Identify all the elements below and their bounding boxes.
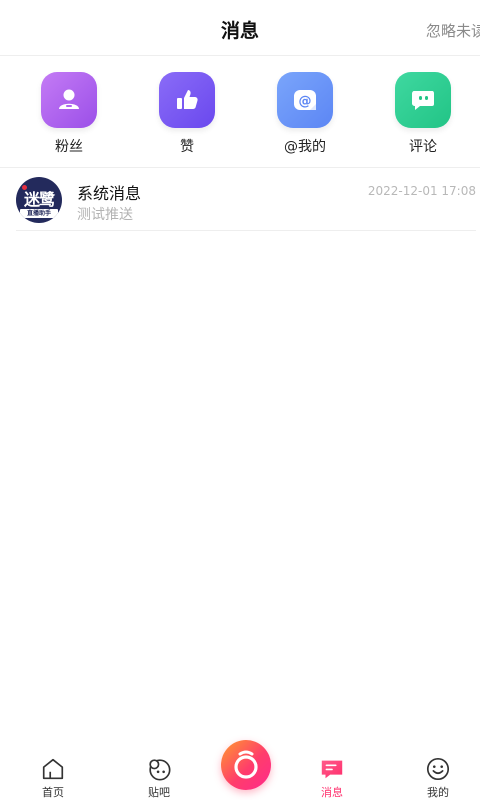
shortcut-likes[interactable]: 赞 (137, 72, 237, 168)
nav-messages-label: 消息 (321, 786, 343, 799)
page-title: 消息 (220, 20, 259, 42)
nav-profile-label: 我的 (427, 786, 449, 799)
at-mention-icon: @ (277, 72, 333, 128)
comment-icon (395, 72, 451, 128)
message-preview: 测试推送 (77, 207, 133, 223)
top-bar: 消息 忽略未读 (0, 0, 480, 56)
message-icon (321, 760, 343, 779)
nav-forum[interactable]: 贴吧 (119, 744, 199, 800)
message-category-shortcuts: 粉丝 赞 @ @我的 评论 (0, 72, 480, 168)
avatar: 迷鹭 直播助手 (16, 177, 62, 223)
forum-icon (149, 759, 171, 781)
nav-profile[interactable]: 我的 (398, 744, 478, 800)
list-item-system-message[interactable]: 迷鹭 直播助手 系统消息 测试推送 2022-12-01 17:08 (16, 171, 476, 231)
message-timestamp: 2022-12-01 17:08 (367, 184, 476, 198)
status-bar-fragment (394, 0, 454, 2)
shortcut-comments-label: 评论 (409, 139, 437, 155)
live-camera-button[interactable] (221, 740, 271, 790)
shortcut-mentions[interactable]: @ @我的 (255, 72, 355, 168)
avatar-logo-subtext: 直播助手 (20, 209, 58, 218)
ignore-unread-button[interactable]: 忽略未读 (426, 20, 480, 41)
nav-home-label: 首页 (42, 786, 64, 799)
shortcut-fans[interactable]: 粉丝 (19, 72, 119, 168)
shortcut-comments[interactable]: 评论 (373, 72, 473, 168)
shortcut-mentions-label: @我的 (284, 139, 326, 155)
messages-screen: 消息 忽略未读 粉丝 赞 @ @我的 评论 迷鹭 直播助手 系统消息 测试推送 … (0, 0, 480, 800)
avatar-logo-text: 迷鹭 (23, 190, 55, 209)
thumbs-up-icon (159, 72, 215, 128)
shortcut-fans-label: 粉丝 (55, 139, 83, 155)
nav-home[interactable]: 首页 (13, 744, 93, 800)
message-title: 系统消息 (77, 184, 142, 203)
svg-text:@: @ (299, 94, 312, 109)
nav-messages[interactable]: 消息 (292, 744, 372, 800)
home-icon (42, 758, 64, 780)
smiley-profile-icon (426, 757, 450, 781)
live-camera-icon (234, 750, 258, 779)
fans-icon (41, 72, 97, 128)
shortcut-likes-label: 赞 (180, 139, 194, 155)
nav-forum-label: 贴吧 (148, 786, 170, 799)
